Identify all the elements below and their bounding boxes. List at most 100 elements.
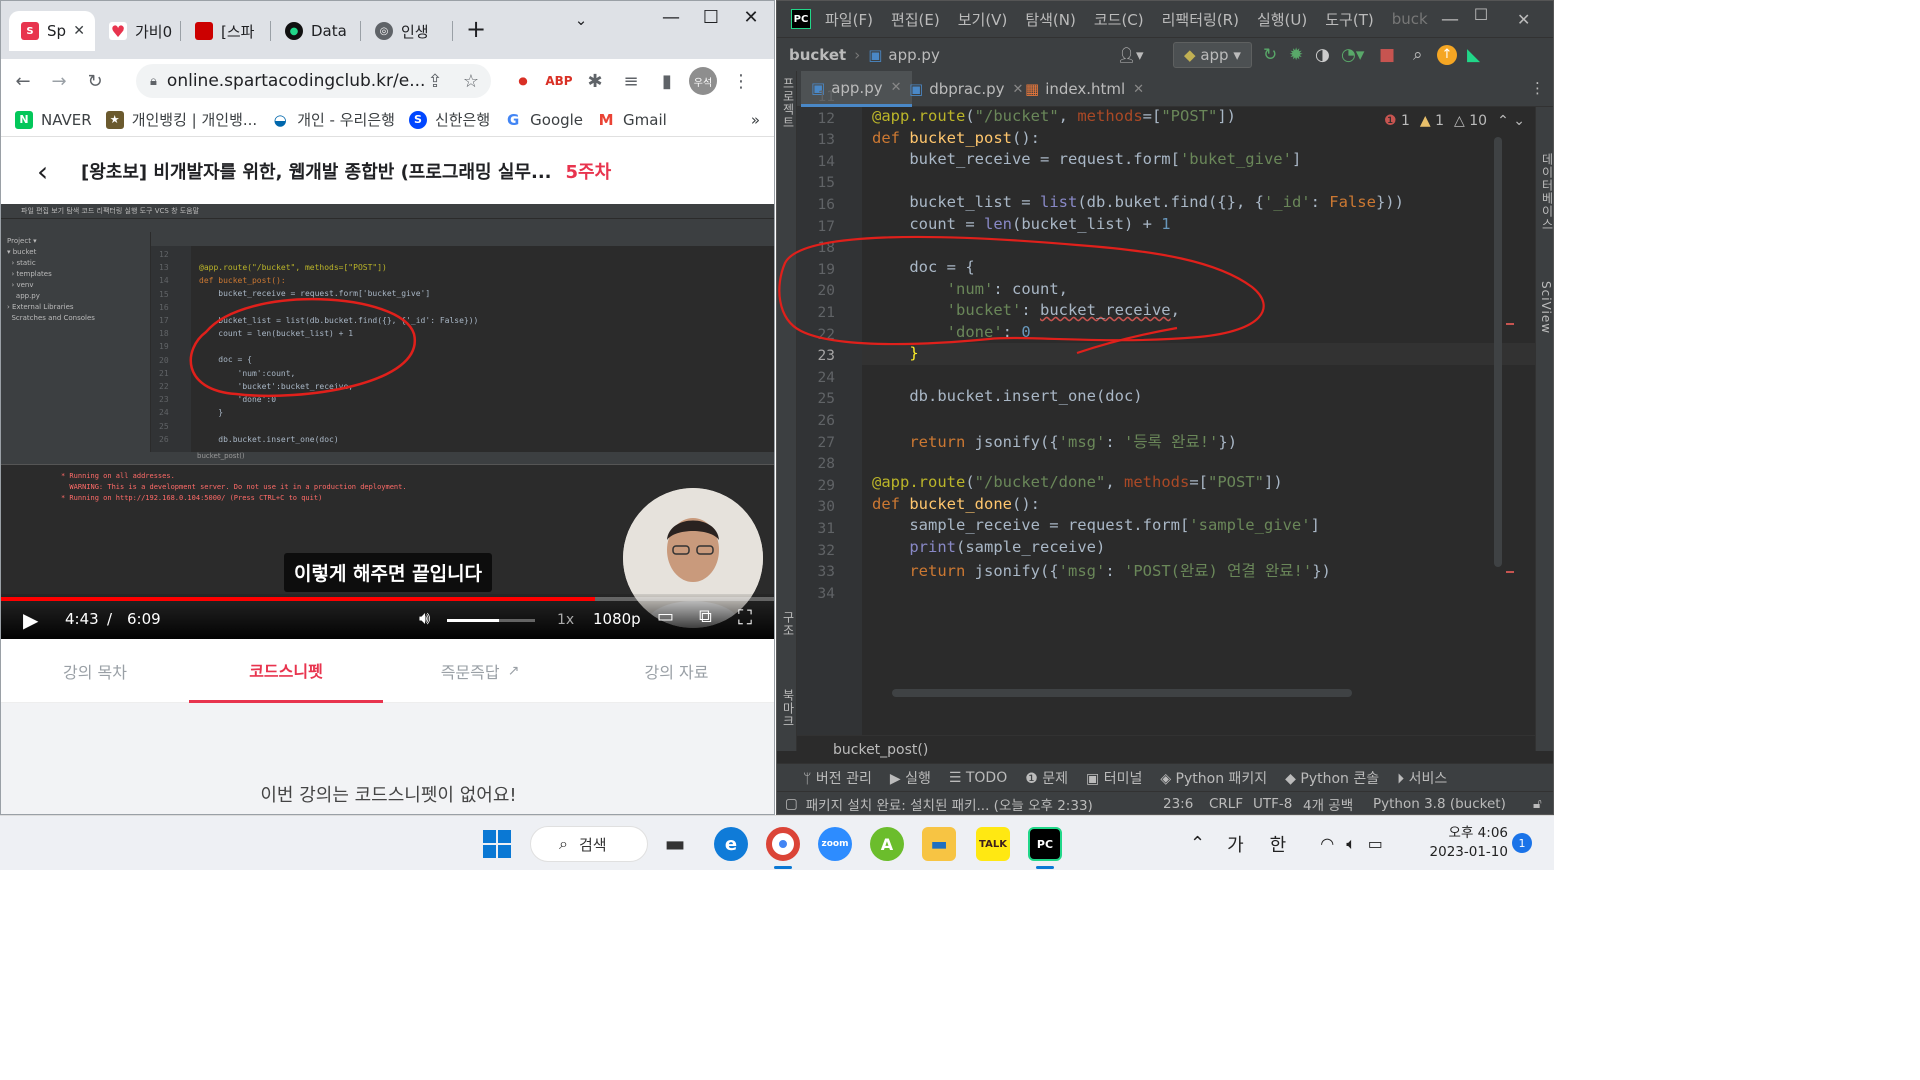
external-link-icon: ↗ bbox=[507, 663, 520, 679]
tab-lecture-materials[interactable]: 강의 자료 bbox=[577, 639, 774, 703]
tab-lecture-toc[interactable]: 강의 목차 bbox=[1, 639, 189, 703]
tool-terminal[interactable]: ▣ 터미널 bbox=[1086, 768, 1142, 788]
sparta-favicon-icon: S bbox=[21, 22, 39, 40]
desktop: S Sp ✕ ♥ 가비0 [스파 ● Data ◎ 인생 + ⌄ — ☐ ✕ ←… bbox=[0, 0, 1920, 1080]
packages-icon: ◈ bbox=[1160, 770, 1176, 787]
close-window-button[interactable]: ✕ bbox=[731, 7, 771, 28]
line-separator[interactable]: CRLF bbox=[1209, 796, 1243, 812]
quality-label[interactable]: 1080p bbox=[593, 610, 641, 628]
chrome-window: S Sp ✕ ♥ 가비0 [스파 ● Data ◎ 인생 + ⌄ — ☐ ✕ ←… bbox=[0, 0, 775, 815]
miniplayer-icon[interactable]: ⧉ bbox=[699, 606, 712, 627]
tool-services[interactable]: ⏵ 서비스 bbox=[1397, 768, 1447, 788]
browser-tab-2[interactable]: ♥ 가비0 bbox=[97, 11, 181, 51]
layout-toggle-icon[interactable]: ▢ bbox=[785, 796, 798, 812]
video-progress-bar[interactable] bbox=[1, 597, 774, 601]
new-tab-button[interactable]: + bbox=[456, 15, 496, 43]
zoom-icon[interactable]: zoom bbox=[818, 827, 852, 861]
browser-tab-3[interactable]: [스파 bbox=[183, 11, 271, 51]
indent-setting[interactable]: 4개 공백 bbox=[1303, 794, 1353, 814]
caret-position[interactable]: 23:6 bbox=[1163, 796, 1193, 812]
forward-arrow-icon[interactable]: → bbox=[45, 67, 73, 95]
chevron-up-icon[interactable]: ⌃ bbox=[1190, 833, 1205, 854]
globe-favicon-icon: ◎ bbox=[375, 22, 393, 40]
browser-tab-5[interactable]: ◎ 인생 bbox=[363, 11, 453, 51]
pycharm-icon[interactable]: PC bbox=[1028, 827, 1062, 861]
side-panel-icon[interactable]: ▮ bbox=[653, 67, 681, 95]
status-message[interactable]: 패키지 설치 완료: 설치된 패키... (오늘 오후 2:33) bbox=[806, 794, 1093, 814]
fullscreen-icon[interactable]: ⛶ bbox=[738, 605, 752, 629]
minimize-button[interactable]: — bbox=[651, 7, 691, 28]
run-icon: ▶ bbox=[889, 770, 906, 787]
tab-label: Data bbox=[311, 22, 347, 40]
bookmark-google[interactable]: G Google bbox=[504, 110, 584, 129]
profile-avatar[interactable]: 우석 bbox=[689, 67, 717, 95]
volume-icon[interactable]: 🔈︎ bbox=[1346, 834, 1356, 854]
close-icon[interactable]: ✕ bbox=[73, 23, 85, 39]
file-explorer-icon[interactable]: ▬ bbox=[922, 827, 956, 861]
tab-code-snippet[interactable]: 코드스니펫 bbox=[189, 639, 383, 703]
tab-strip: S Sp ✕ ♥ 가비0 [스파 ● Data ◎ 인생 + ⌄ — ☐ ✕ bbox=[1, 1, 774, 59]
kebab-menu-icon[interactable]: ⋮ bbox=[727, 67, 755, 95]
tool-problems[interactable]: ❶ 문제 bbox=[1025, 768, 1068, 788]
media-playlist-icon[interactable]: ≡ bbox=[617, 67, 645, 95]
puzzle-extensions-icon[interactable]: ✱ bbox=[581, 67, 609, 95]
video-subtitle: 이렇게 해주면 끝입니다 bbox=[284, 553, 493, 592]
tool-python-console[interactable]: ◆ Python 콘솔 bbox=[1285, 768, 1379, 788]
back-chevron-icon[interactable]: ‹ bbox=[37, 155, 67, 188]
windows-start-icon[interactable] bbox=[480, 827, 514, 861]
maximize-button[interactable]: ☐ bbox=[691, 7, 731, 28]
captions-icon[interactable]: ▭ bbox=[657, 606, 674, 627]
clock-time: 오후 4:06 bbox=[1448, 825, 1508, 841]
tool-vcs[interactable]: ᛘ 버전 관리 bbox=[803, 768, 872, 788]
tool-run[interactable]: ▶ 실행 bbox=[890, 768, 931, 788]
ime-mode-1[interactable]: 가 bbox=[1227, 831, 1244, 857]
battery-icon[interactable]: ▭ bbox=[1368, 834, 1383, 853]
bookmark-gmail[interactable]: M Gmail bbox=[597, 110, 667, 129]
file-encoding[interactable]: UTF-8 bbox=[1253, 796, 1292, 812]
bookmark-kb[interactable]: ★ 개인뱅킹 | 개인뱅... bbox=[105, 109, 257, 130]
heart-favicon-icon: ♥ bbox=[109, 21, 127, 41]
play-icon[interactable]: ▶ bbox=[23, 608, 38, 632]
share-icon[interactable]: ⇪ bbox=[421, 67, 449, 95]
chrome-browser-icon[interactable] bbox=[766, 827, 800, 861]
tab-instant-qa[interactable]: 즉문즉답 ↗ bbox=[383, 639, 577, 703]
tool-todo[interactable]: ☰ TODO bbox=[949, 770, 1007, 786]
terminal-icon: ▣ bbox=[1086, 770, 1104, 787]
wifi-icon[interactable]: ◠ bbox=[1320, 834, 1334, 853]
back-arrow-icon[interactable]: ← bbox=[9, 67, 37, 95]
adblock-icon[interactable]: ABP bbox=[545, 67, 573, 95]
shinhan-bank-icon: S bbox=[408, 110, 427, 129]
taskbar-search[interactable]: ⌕ 검색 bbox=[530, 826, 648, 862]
tab-search-chevron-icon[interactable]: ⌄ bbox=[561, 11, 601, 29]
bookmark-naver[interactable]: N NAVER bbox=[15, 110, 92, 129]
extension-record-icon[interactable]: ⏺ bbox=[509, 67, 537, 95]
bookmark-woori[interactable]: ◒ 개인 - 우리은행 bbox=[271, 109, 395, 130]
task-view-icon[interactable]: ▬ bbox=[658, 827, 692, 861]
ime-mode-2[interactable]: 한 bbox=[1270, 831, 1287, 857]
taskbar-clock[interactable]: 오후 4:06 2023-01-10 bbox=[1418, 824, 1508, 862]
browser-tab-sparta[interactable]: S Sp ✕ bbox=[9, 11, 95, 51]
google-icon: G bbox=[504, 110, 523, 129]
tool-python-packages[interactable]: ◈ Python 패키지 bbox=[1160, 768, 1267, 788]
bookmark-label: Gmail bbox=[623, 110, 667, 129]
android-icon[interactable]: A bbox=[870, 827, 904, 861]
lock-icon[interactable]: 🔓︎ bbox=[1533, 796, 1542, 812]
code-snippet-panel: 이번 강의는 코드스니펫이 없어요! bbox=[1, 703, 774, 814]
volume-icon[interactable]: 🔊︎ bbox=[419, 608, 430, 629]
video-progress-fill bbox=[1, 597, 596, 601]
volume-slider[interactable] bbox=[447, 619, 535, 622]
python-interpreter[interactable]: Python 3.8 (bucket) bbox=[1373, 796, 1506, 812]
editor-breadcrumb[interactable]: bucket_post() bbox=[797, 735, 1535, 763]
reload-icon[interactable]: ↻ bbox=[81, 67, 109, 95]
video-player[interactable]: 파일 편집 보기 탐색 코드 리팩터링 실행 도구 VCS 창 도움말 Proj… bbox=[1, 204, 774, 639]
star-icon[interactable]: ☆ bbox=[457, 67, 485, 95]
browser-tab-4[interactable]: ● Data bbox=[273, 11, 361, 51]
kakaotalk-icon[interactable]: TALK bbox=[976, 827, 1010, 861]
bookmark-label: Google bbox=[530, 110, 584, 129]
bookmarks-overflow-button[interactable]: » bbox=[751, 111, 760, 129]
edge-browser-icon[interactable]: e bbox=[714, 827, 748, 861]
bookmark-shinhan[interactable]: S 신한은행 bbox=[408, 109, 490, 130]
system-tray: ⌃ 가 한 ◠ 🔈︎ ▭ bbox=[1190, 816, 1383, 871]
speed-label[interactable]: 1x bbox=[557, 612, 574, 628]
notification-badge[interactable]: 1 bbox=[1512, 833, 1532, 853]
